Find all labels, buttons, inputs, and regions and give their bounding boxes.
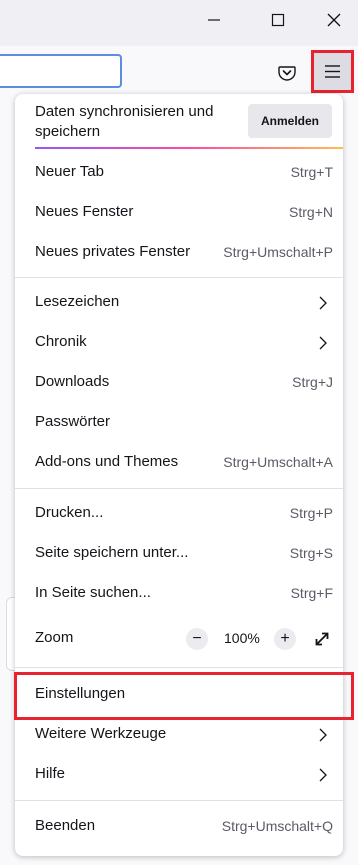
close-icon — [327, 13, 341, 27]
hamburger-menu-icon — [325, 65, 340, 78]
close-button[interactable] — [310, 0, 358, 40]
menu-item-label: Passwörter — [35, 413, 111, 430]
app-menu-panel: Daten synchronisieren und speichern Anme… — [15, 94, 343, 856]
menu-item-shortcut: Strg+N — [289, 204, 333, 220]
menu-item-label: Drucken... — [35, 504, 104, 521]
menu-item-label: Beenden — [35, 817, 96, 834]
menu-item-shortcut: Strg+S — [289, 545, 333, 561]
menu-item-new-window[interactable]: Neues Fenster Strg+N — [15, 193, 343, 233]
menu-item-private-window[interactable]: Neues privates Fenster Strg+Umschalt+P — [15, 233, 343, 273]
chevron-right-icon — [319, 296, 327, 310]
chevron-right-icon — [319, 728, 327, 742]
settings-highlight — [14, 672, 354, 720]
menu-item-shortcut: Strg+Umschalt+Q — [221, 818, 333, 834]
maximize-icon — [271, 13, 285, 27]
menu-item-quit[interactable]: Beenden Strg+Umschalt+Q — [15, 807, 343, 847]
menu-item-addons[interactable]: Add-ons und Themes Strg+Umschalt+A — [15, 443, 343, 483]
menu-item-label: Neues Fenster — [35, 203, 134, 220]
menu-item-zoom: Zoom − 100% + — [15, 619, 343, 659]
sync-title: Daten synchronisieren und speichern — [35, 103, 214, 140]
menu-item-more-tools[interactable]: Weitere Werkzeuge — [15, 715, 343, 755]
chevron-right-icon — [319, 336, 327, 350]
menu-item-label: Hilfe — [35, 765, 66, 782]
sign-in-button[interactable]: Anmelden — [248, 104, 332, 138]
maximize-button[interactable] — [254, 0, 302, 40]
zoom-reset-button[interactable]: 100% — [224, 630, 260, 646]
menu-item-new-tab[interactable]: Neuer Tab Strg+T — [15, 153, 343, 193]
menu-item-label: Seite speichern unter... — [35, 544, 189, 561]
menu-item-label: In Seite suchen... — [35, 584, 151, 601]
menu-separator — [15, 488, 343, 489]
pocket-button[interactable] — [270, 56, 304, 90]
menu-item-label: Downloads — [35, 373, 110, 390]
menu-item-label: Chronik — [35, 333, 87, 350]
menu-separator — [15, 800, 343, 801]
menu-item-label: Weitere Werkzeuge — [35, 725, 167, 742]
menu-item-shortcut: Strg+P — [289, 505, 333, 521]
minimize-button[interactable] — [190, 0, 238, 40]
menu-item-bookmarks[interactable]: Lesezeichen — [15, 283, 343, 323]
open-menu-button[interactable] — [311, 50, 354, 93]
address-bar[interactable] — [0, 54, 122, 88]
zoom-out-button[interactable]: − — [186, 628, 208, 650]
menu-item-print[interactable]: Drucken... Strg+P — [15, 494, 343, 534]
sync-divider — [35, 147, 343, 149]
menu-item-help[interactable]: Hilfe — [15, 755, 343, 795]
menu-item-downloads[interactable]: Downloads Strg+J — [15, 363, 343, 403]
menu-item-shortcut: Strg+T — [290, 164, 333, 180]
title-bar — [0, 0, 358, 46]
zoom-label: Zoom — [35, 629, 74, 646]
menu-item-shortcut: Strg+F — [290, 585, 333, 601]
menu-separator — [15, 277, 343, 278]
minimize-icon — [208, 19, 220, 21]
menu-item-shortcut: Strg+Umschalt+A — [223, 454, 333, 470]
pocket-icon — [278, 66, 296, 81]
menu-item-shortcut: Strg+Umschalt+P — [223, 244, 333, 260]
navigation-toolbar — [0, 46, 358, 100]
menu-item-history[interactable]: Chronik — [15, 323, 343, 363]
menu-item-passwords[interactable]: Passwörter — [15, 403, 343, 443]
menu-item-find-in-page[interactable]: In Seite suchen... Strg+F — [15, 574, 343, 614]
zoom-in-button[interactable]: + — [274, 628, 296, 650]
menu-item-label: Lesezeichen — [35, 293, 120, 310]
menu-item-label: Add-ons und Themes — [35, 453, 179, 470]
menu-item-label: Neuer Tab — [35, 163, 104, 180]
fullscreen-icon[interactable] — [313, 630, 331, 648]
menu-item-label: Neues privates Fenster — [35, 243, 191, 260]
menu-separator — [15, 667, 343, 668]
menu-item-save-page[interactable]: Seite speichern unter... Strg+S — [15, 534, 343, 574]
chevron-right-icon — [319, 768, 327, 782]
menu-item-shortcut: Strg+J — [292, 374, 333, 390]
